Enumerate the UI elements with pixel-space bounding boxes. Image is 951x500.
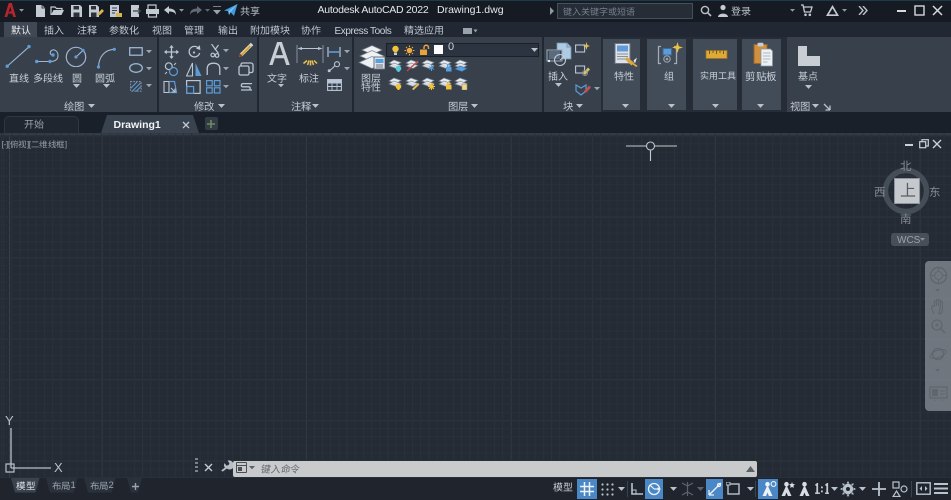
svg-text:Y: Y [5,415,14,428]
